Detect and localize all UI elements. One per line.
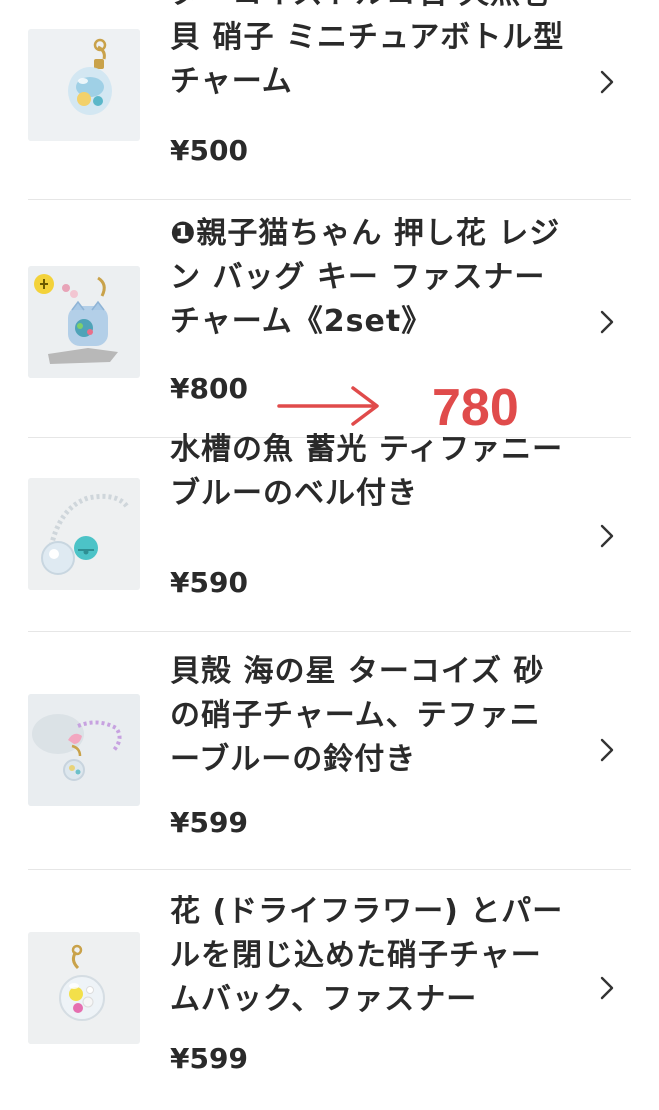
product-title: 花 (ドライフラワー) とパールを閉じ込めた硝子チャームバック、ファスナー	[170, 894, 564, 1017]
right-arrow-icon	[275, 380, 385, 440]
product-thumbnail	[28, 932, 140, 1044]
product-title: ❶親子猫ちゃん 押し花 レジン バッグ キー ファスナー チャーム《2set》	[170, 216, 561, 339]
product-list: ターコイズトルコ石 天然巻貝 硝子 ミニチュアボトル型チャーム ¥500	[0, 0, 659, 1110]
product-price: ¥800	[170, 372, 248, 405]
product-thumbnail	[28, 29, 140, 141]
chevron-right-icon	[593, 308, 621, 336]
chevron-right-icon	[593, 974, 621, 1002]
product-price: ¥599	[170, 1042, 248, 1075]
chevron-right-icon	[593, 68, 621, 96]
product-price: ¥590	[170, 566, 248, 599]
chevron-right-icon	[593, 522, 621, 550]
product-thumbnail	[28, 694, 140, 806]
new-price-label: 780	[432, 379, 519, 437]
product-thumbnail	[28, 478, 140, 590]
list-item[interactable]: ターコイズトルコ石 天然巻貝 硝子 ミニチュアボトル型チャーム ¥500	[0, 0, 659, 200]
product-price: ¥500	[170, 134, 248, 167]
product-price: ¥599	[170, 806, 248, 839]
chevron-right-icon	[593, 736, 621, 764]
product-thumbnail	[28, 266, 140, 378]
product-title: 貝殻 海の星 ターコイズ 砂の硝子チャーム、テファニーブルーの鈴付き	[170, 654, 545, 777]
list-item[interactable]: 水槽の魚 蓄光 ティファニーブルーのベル付き ¥590	[0, 432, 659, 632]
product-title: ターコイズトルコ石 天然巻貝 硝子 ミニチュアボトル型チャーム	[170, 0, 565, 99]
list-item[interactable]: 花 (ドライフラワー) とパールを閉じ込めた硝子チャームバック、ファスナー ¥5…	[0, 870, 659, 1110]
price-annotation: 780	[275, 379, 575, 450]
list-item[interactable]: 貝殻 海の星 ターコイズ 砂の硝子チャーム、テファニーブルーの鈴付き ¥599	[0, 632, 659, 870]
